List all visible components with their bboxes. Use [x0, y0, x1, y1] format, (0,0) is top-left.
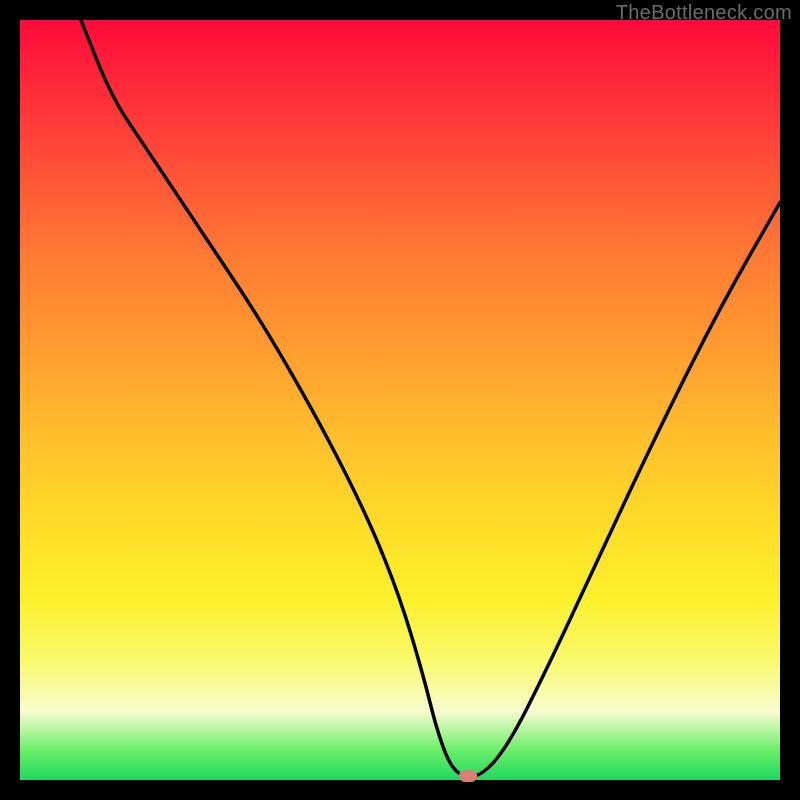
bottleneck-curve	[20, 20, 780, 780]
chart-frame: TheBottleneck.com	[0, 0, 800, 800]
plot-area	[20, 20, 780, 780]
optimal-point-marker	[459, 770, 477, 782]
